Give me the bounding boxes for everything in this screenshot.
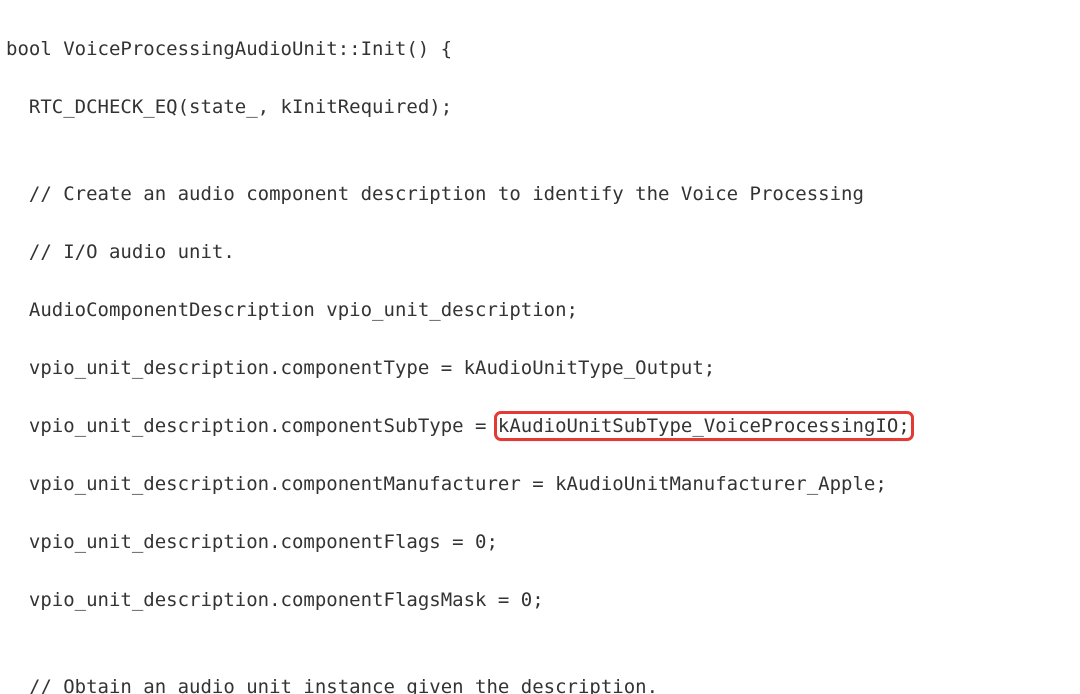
- code-line: vpio_unit_description.componentFlags = 0…: [6, 528, 1076, 557]
- code-line: RTC_DCHECK_EQ(state_, kInitRequired);: [6, 93, 1076, 122]
- code-comment: // I/O audio unit.: [6, 238, 1076, 267]
- code-line: bool VoiceProcessingAudioUnit::Init() {: [6, 35, 1076, 64]
- code-line: vpio_unit_description.componentType = kA…: [6, 354, 1076, 383]
- code-comment: // Obtain an audio unit instance given t…: [6, 673, 1076, 694]
- code-line-highlighted: vpio_unit_description.componentSubType =…: [6, 412, 1076, 441]
- code-comment: // Create an audio component description…: [6, 180, 1076, 209]
- code-line: vpio_unit_description.componentFlagsMask…: [6, 586, 1076, 615]
- code-line: vpio_unit_description.componentManufactu…: [6, 470, 1076, 499]
- code-block: bool VoiceProcessingAudioUnit::Init() { …: [0, 0, 1080, 694]
- code-line: AudioComponentDescription vpio_unit_desc…: [6, 296, 1076, 325]
- highlighted-token: kAudioUnitSubType_VoiceProcessingIO;: [498, 415, 910, 437]
